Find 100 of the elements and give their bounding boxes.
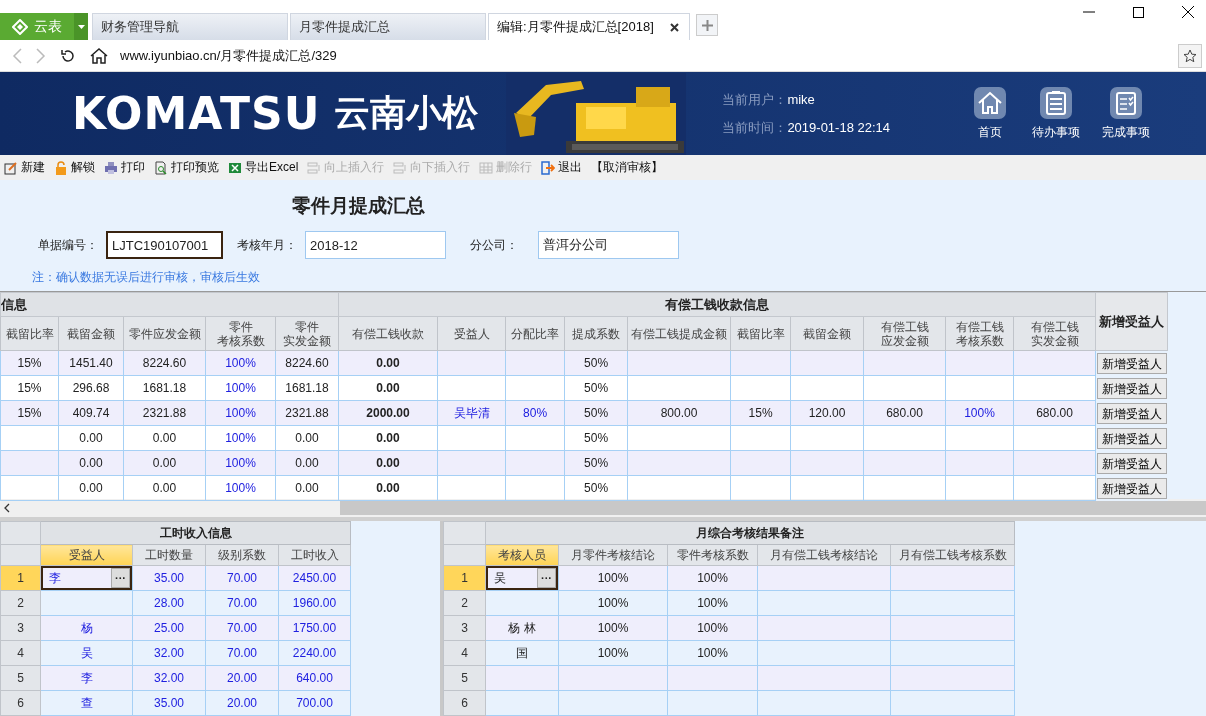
table-cell: 0.00 [152, 431, 177, 445]
insert-row-icon [307, 160, 322, 175]
scrollbar-thumb[interactable] [340, 501, 1206, 515]
table-cell: 50% [584, 356, 609, 370]
nav-button[interactable]: 首页 [970, 86, 1011, 141]
table-cell: 640.00 [296, 671, 333, 685]
caret-icon [77, 24, 85, 29]
column-header: 有偿工钱应发金额 [863, 316, 946, 351]
toolbar-button[interactable]: 打印预览 [154, 159, 219, 176]
input-field[interactable]: LJTC190107001 [106, 231, 223, 259]
browse-button[interactable]: ··· [111, 568, 130, 588]
table-cell: 700.00 [296, 696, 333, 710]
reload-icon[interactable] [60, 47, 76, 64]
table-cell: 100% [225, 381, 256, 395]
table-cell: 20.00 [227, 696, 257, 710]
row-number[interactable]: 6 [0, 690, 41, 716]
browser-tab[interactable]: 财务管理导航 [92, 13, 288, 40]
brand-name: 云表 [34, 17, 62, 36]
column-header: 新增受益人 [1095, 292, 1168, 351]
add-beneficiary-button[interactable]: 新增受益人 [1096, 452, 1167, 474]
column-header: 分配比率 [505, 316, 565, 351]
table-cell: 杨 [80, 620, 93, 635]
logo-icon [12, 18, 28, 35]
toolbar-button[interactable]: 新建 [4, 159, 45, 176]
clipboard-icon [1040, 86, 1073, 119]
table-cell: 800.00 [660, 406, 698, 420]
table-cell: 李 [80, 670, 93, 685]
row-number[interactable]: 6 [443, 690, 486, 716]
toolbar-button[interactable]: 【取消审核】 [591, 159, 664, 176]
column-header: 截留金额 [58, 316, 124, 351]
table-cell: 100% [225, 356, 256, 370]
table-cell: 0.00 [295, 456, 319, 470]
url-field[interactable]: www.iyunbiao.cn/月零件提成汇总/329 [120, 46, 1164, 65]
table-cell: 2450.00 [292, 571, 337, 585]
browser-tab[interactable]: 编辑:月零件提成汇总[2018] [488, 13, 690, 40]
cell-editor[interactable]: 李 ··· [41, 566, 132, 590]
column-header: 截留金额 [790, 316, 864, 351]
toolbar-button[interactable]: 退出 [541, 159, 583, 176]
add-beneficiary-button[interactable]: 新增受益人 [1096, 477, 1167, 499]
scroll-left-icon[interactable] [4, 503, 10, 513]
field-label: 考核年月： [237, 236, 298, 254]
close-icon[interactable] [1182, 6, 1194, 18]
table-cell: 0.00 [295, 481, 319, 495]
table-cell: 32.00 [154, 646, 184, 660]
table-cell: 50% [584, 481, 609, 495]
maximize-icon[interactable] [1133, 6, 1144, 18]
pencil-icon [4, 160, 18, 175]
table-cell: 20.00 [227, 671, 257, 685]
home-icon[interactable] [90, 47, 108, 64]
bookmark-button[interactable] [1178, 43, 1202, 68]
column-header: 零件应发金额 [123, 316, 206, 351]
cell-editor[interactable]: 吴 ··· [486, 566, 558, 590]
row-number[interactable]: 4 [443, 640, 486, 666]
row-number[interactable]: 3 [0, 615, 41, 641]
new-tab-button[interactable] [696, 14, 718, 36]
star-icon [1183, 48, 1197, 63]
table-cell: 0.00 [152, 481, 177, 495]
row-number[interactable]: 2 [0, 590, 41, 616]
field-label: 分公司： [470, 236, 519, 254]
row-number[interactable]: 1 [443, 565, 486, 591]
input-field[interactable]: 普洱分公司 [538, 231, 679, 259]
table-cell: 1451.40 [69, 356, 113, 370]
toolbar-button[interactable]: 打印 [104, 159, 145, 176]
toolbar-button[interactable]: 导出Excel [228, 159, 299, 176]
column-header: 有偿工钱考核系数 [945, 316, 1014, 351]
table-cell: 100% [697, 646, 728, 660]
horizontal-scrollbar[interactable] [0, 499, 1206, 521]
table-cell: 15% [17, 406, 42, 420]
table-cell: 100% [597, 596, 629, 610]
add-beneficiary-button[interactable]: 新增受益人 [1096, 427, 1167, 449]
browse-button[interactable]: ··· [537, 568, 556, 588]
add-beneficiary-button[interactable]: 新增受益人 [1096, 377, 1167, 399]
table-cell: 100% [225, 456, 256, 470]
table-cell: 1681.18 [142, 381, 187, 395]
browser-tab[interactable]: 月零件提成汇总 [290, 13, 486, 40]
row-number[interactable]: 1 [0, 565, 41, 591]
row-number[interactable]: 4 [0, 640, 41, 666]
nav-button[interactable]: 完成事项 [1102, 86, 1151, 141]
column-header: 有偿工钱提成金额 [627, 316, 731, 351]
add-beneficiary-button[interactable]: 新增受益人 [1096, 402, 1167, 424]
table-cell: 0.00 [79, 431, 103, 445]
table-cell: 100% [964, 406, 995, 420]
time-label: 当前时间： [722, 119, 788, 135]
delete-row-icon [479, 160, 494, 175]
form-title: 零件月提成汇总 [292, 194, 426, 218]
row-number[interactable]: 5 [0, 665, 41, 691]
table-cell: 查 [80, 695, 93, 710]
toolbar-button[interactable]: 解锁 [54, 159, 95, 176]
table-cell: 70.00 [227, 571, 257, 585]
input-field[interactable]: 2018-12 [305, 231, 446, 259]
brand-dropdown[interactable] [74, 13, 88, 40]
add-beneficiary-button[interactable]: 新增受益人 [1096, 352, 1167, 374]
row-number[interactable]: 5 [443, 665, 486, 691]
nav-button[interactable]: 待办事项 [1032, 86, 1081, 141]
row-number[interactable]: 3 [443, 615, 486, 641]
insert-row-icon [393, 160, 408, 175]
close-icon[interactable] [670, 22, 679, 32]
table-cell: 100% [697, 621, 728, 635]
row-number[interactable]: 2 [443, 590, 486, 616]
column-header: 截留比率 [0, 316, 59, 351]
